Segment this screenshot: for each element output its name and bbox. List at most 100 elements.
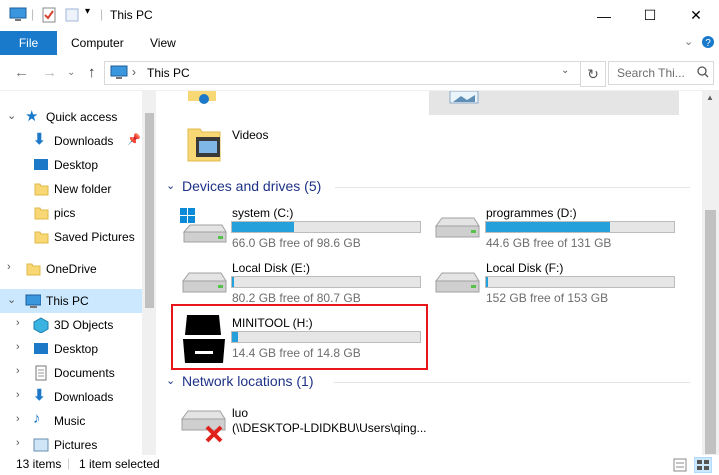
videos-label[interactable]: Videos bbox=[232, 128, 268, 142]
nav-quick-desktop[interactable]: Desktop bbox=[0, 153, 142, 177]
search-input[interactable]: Search Thi... bbox=[608, 61, 714, 85]
music-folder-icon[interactable] bbox=[186, 91, 218, 107]
network-name[interactable]: luo bbox=[232, 406, 248, 420]
collapsed-chevron-icon[interactable]: › bbox=[7, 261, 11, 273]
collapsed-chevron-icon[interactable]: › bbox=[16, 413, 20, 425]
details-view-icon[interactable] bbox=[673, 458, 687, 472]
collapsed-chevron-icon[interactable]: › bbox=[16, 341, 20, 353]
nav-pc-desktop[interactable]: › Desktop bbox=[0, 337, 142, 361]
nav-quick-pics[interactable]: pics bbox=[0, 201, 142, 225]
cube-icon bbox=[33, 317, 49, 333]
nav-quick-downloads[interactable]: ⬇ Downloads 📌 bbox=[0, 129, 142, 153]
new-folder-icon[interactable] bbox=[65, 7, 79, 23]
disconnected-network-drive-icon bbox=[181, 410, 226, 443]
nav-label: Documents bbox=[54, 366, 115, 380]
nav-quick-saved-pictures[interactable]: Saved Pictures bbox=[0, 225, 142, 249]
forward-arrow-icon[interactable]: → bbox=[42, 64, 57, 81]
pin-icon[interactable]: 📌 bbox=[127, 133, 141, 146]
drive-name[interactable]: system (C:) bbox=[232, 206, 293, 220]
network-group-header[interactable]: Network locations (1) bbox=[182, 373, 314, 389]
ribbon-tabs: File Computer View ⌄ ? bbox=[0, 31, 719, 55]
nav-quick-access[interactable]: ⌄ ★ Quick access bbox=[0, 105, 142, 129]
breadcrumb-this-pc[interactable]: This PC bbox=[147, 66, 190, 80]
ribbon-expand-chevron-icon[interactable]: ⌄ bbox=[684, 35, 693, 48]
drive-c[interactable] bbox=[180, 208, 228, 251]
hard-drive-icon bbox=[435, 217, 480, 238]
collapsed-chevron-icon[interactable]: › bbox=[16, 317, 20, 329]
drive-usage-bar bbox=[485, 221, 675, 233]
nav-pc-documents[interactable]: › Documents bbox=[0, 361, 142, 385]
status-bar: 13 items | 1 item selected bbox=[0, 455, 719, 475]
expanded-chevron-icon[interactable]: ⌄ bbox=[7, 109, 16, 122]
network-location-luo[interactable] bbox=[179, 407, 227, 448]
nav-pc-pictures[interactable]: › Pictures bbox=[0, 433, 142, 455]
drive-usage-fill bbox=[232, 222, 295, 232]
nav-scrollbar-thumb[interactable] bbox=[145, 113, 154, 308]
document-icon bbox=[35, 365, 47, 381]
nav-label: pics bbox=[54, 206, 76, 220]
videos-folder-icon[interactable] bbox=[186, 123, 224, 163]
address-bar[interactable]: › This PC ⌄ bbox=[104, 61, 581, 85]
drive-d[interactable] bbox=[433, 216, 481, 251]
drive-free-space: 80.2 GB free of 80.7 GB bbox=[232, 291, 361, 305]
selected-item-background[interactable] bbox=[429, 91, 679, 115]
help-icon[interactable]: ? bbox=[701, 35, 715, 49]
desktop-icon bbox=[34, 159, 48, 170]
drive-usage-bar bbox=[231, 276, 421, 288]
download-arrow-icon: ⬇ bbox=[33, 387, 46, 404]
refresh-icon[interactable]: ↻ bbox=[580, 61, 606, 87]
drive-name[interactable]: Local Disk (F:) bbox=[486, 261, 563, 275]
breadcrumb-chevron-icon[interactable]: › bbox=[132, 65, 136, 79]
network-path: (\\DESKTOP-LDIDKBU\Users\qing... bbox=[232, 421, 427, 435]
collapsed-chevron-icon[interactable]: › bbox=[16, 389, 20, 401]
pictures-icon bbox=[33, 438, 49, 452]
nav-pc-downloads[interactable]: › ⬇ Downloads bbox=[0, 385, 142, 409]
minimize-button[interactable]: — bbox=[581, 0, 627, 31]
drive-name[interactable]: programmes (D:) bbox=[486, 206, 577, 220]
address-dropdown-chevron-icon[interactable]: ⌄ bbox=[561, 65, 569, 76]
large-icons-view-icon[interactable] bbox=[694, 457, 712, 473]
drive-name[interactable]: Local Disk (E:) bbox=[232, 261, 310, 275]
nav-label: Music bbox=[54, 414, 86, 428]
nav-pc-3d-objects[interactable]: › 3D Objects bbox=[0, 313, 142, 337]
back-arrow-icon[interactable]: ← bbox=[14, 64, 29, 81]
nav-label: Saved Pictures bbox=[54, 230, 135, 244]
drive-f[interactable] bbox=[433, 271, 481, 306]
folder-icon bbox=[34, 231, 49, 244]
nav-label: 3D Objects bbox=[54, 318, 114, 332]
up-arrow-icon[interactable]: ↑ bbox=[88, 64, 96, 81]
nav-onedrive[interactable]: › OneDrive bbox=[0, 257, 142, 281]
tab-view[interactable]: View bbox=[150, 36, 176, 50]
maximize-button[interactable]: ☐ bbox=[627, 0, 673, 31]
drive-e[interactable] bbox=[180, 271, 228, 306]
scroll-up-arrow-icon[interactable]: ▲ bbox=[706, 93, 714, 102]
nav-label: OneDrive bbox=[46, 262, 97, 276]
drive-usage-fill bbox=[486, 222, 611, 232]
collapsed-chevron-icon[interactable]: › bbox=[16, 365, 20, 377]
customize-toolbar-chevron-icon[interactable]: ▾ bbox=[85, 6, 90, 17]
music-note-icon: ♪ bbox=[33, 410, 41, 427]
collapsed-chevron-icon[interactable]: › bbox=[16, 437, 20, 449]
content-pane: Videos ⌄ Devices and drives (5) system (… bbox=[157, 91, 702, 455]
windows-drive-icon bbox=[180, 208, 227, 243]
content-scrollbar-thumb[interactable] bbox=[705, 210, 716, 454]
svg-text:?: ? bbox=[705, 38, 711, 49]
tab-file[interactable]: File bbox=[0, 31, 57, 55]
selection-count: 1 item selected bbox=[79, 457, 160, 471]
tab-computer[interactable]: Computer bbox=[71, 36, 124, 50]
item-count: 13 items bbox=[16, 457, 62, 471]
desktop-icon bbox=[34, 343, 48, 354]
close-button[interactable]: ✕ bbox=[673, 0, 719, 31]
network-collapse-chevron-icon[interactable]: ⌄ bbox=[166, 374, 175, 387]
nav-label: Desktop bbox=[54, 342, 99, 356]
expanded-chevron-icon[interactable]: ⌄ bbox=[7, 293, 16, 306]
folder-icon bbox=[34, 183, 49, 196]
nav-pc-music[interactable]: › ♪ Music bbox=[0, 409, 142, 433]
nav-this-pc[interactable]: ⌄ This PC bbox=[0, 289, 142, 313]
properties-icon[interactable] bbox=[42, 7, 56, 23]
devices-group-header[interactable]: Devices and drives (5) bbox=[182, 178, 321, 194]
nav-quick-new-folder[interactable]: New folder bbox=[0, 177, 142, 201]
drive-usage-fill bbox=[232, 277, 234, 287]
recent-locations-chevron-icon[interactable]: ⌄ bbox=[67, 67, 75, 78]
devices-collapse-chevron-icon[interactable]: ⌄ bbox=[166, 179, 175, 192]
